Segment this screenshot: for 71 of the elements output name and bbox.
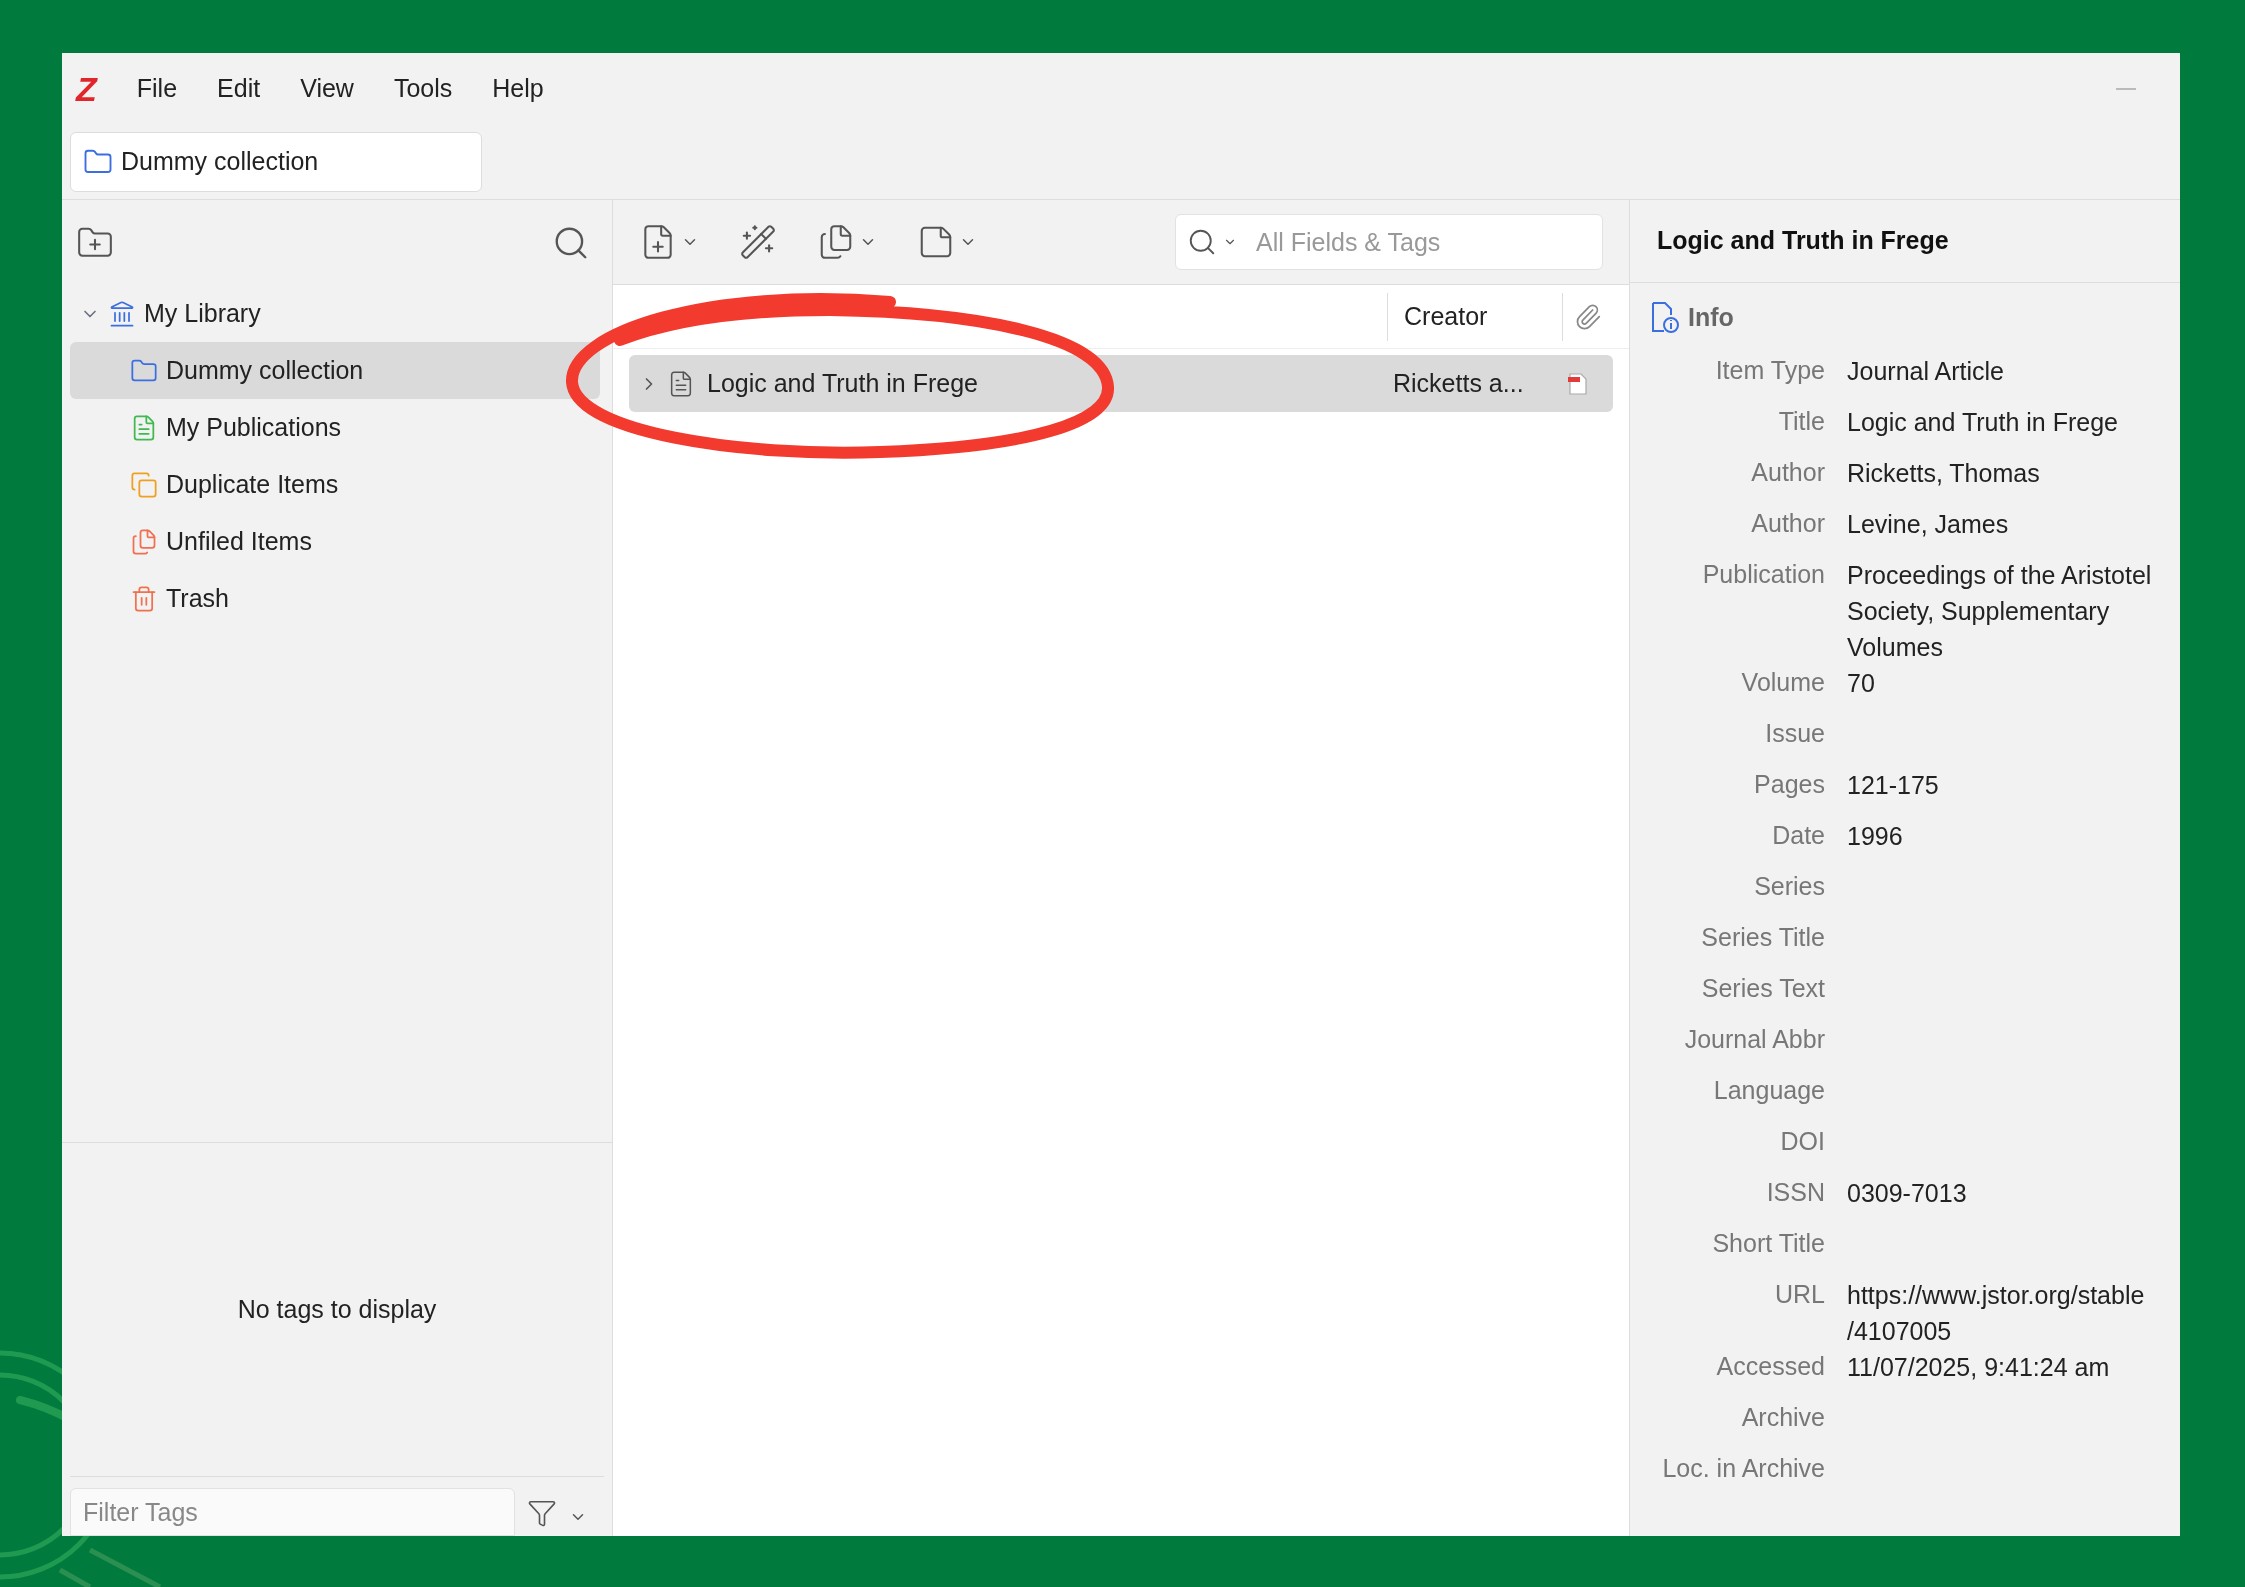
tab-label: Dummy collection [121, 146, 319, 178]
search-icon[interactable] [1187, 227, 1217, 257]
field-value[interactable]: Proceedings of the Aristotel Society, Supplementary Volumes [1847, 557, 2152, 665]
field-value[interactable]: 0309-7013 [1847, 1175, 1967, 1211]
menu-item[interactable]: File [136, 70, 178, 108]
menu-item[interactable]: Edit [217, 70, 261, 108]
field-label: Pages [1753, 769, 1825, 800]
collection-label: Duplicate Items [166, 468, 339, 500]
field-value[interactable]: Levine, James [1847, 506, 2009, 542]
document-info-icon [1650, 301, 1680, 335]
field-label: Series [1753, 871, 1825, 902]
collection-item[interactable]: Unfiled Items [70, 513, 600, 570]
collection-label: Dummy collection [166, 354, 364, 386]
magic-wand-icon[interactable] [739, 223, 777, 261]
paperclip-icon[interactable] [1574, 302, 1602, 331]
collection-item[interactable]: My Library [70, 285, 600, 342]
field-label: Journal Abbr [1683, 1024, 1825, 1055]
collection-item[interactable]: Trash [70, 570, 600, 627]
field-label: Short Title [1711, 1228, 1825, 1259]
field-value[interactable]: Ricketts, Thomas [1847, 455, 2040, 491]
field-label: Author [1750, 457, 1825, 488]
column-header[interactable]: Creator [1387, 292, 1563, 341]
field-label: Issue [1764, 718, 1825, 749]
item-pane-title: Logic and Truth in Frege [1657, 225, 1949, 257]
field-value[interactable]: Logic and Truth in Frege [1847, 404, 2118, 440]
collection-label: My Publications [166, 411, 342, 443]
app-logo: Z [76, 68, 97, 110]
item-row[interactable]: Logic and Truth in Frege Ricketts a... [629, 355, 1613, 412]
field-label: Loc. in Archive [1661, 1453, 1825, 1484]
field-label: Date [1771, 820, 1825, 851]
field-label: Volume [1740, 667, 1825, 698]
collection-item[interactable]: Dummy collection [70, 342, 600, 399]
field-value[interactable]: Journal Article [1847, 353, 2005, 389]
menu-item[interactable]: Help [492, 70, 544, 108]
field-value[interactable]: 1996 [1847, 818, 1903, 854]
field-value[interactable]: 70 [1847, 665, 1875, 701]
trash-icon [130, 584, 158, 613]
field-label: Author [1750, 508, 1825, 539]
library-icon [108, 299, 136, 328]
field-label: Series Text [1700, 973, 1825, 1004]
field-label: Title [1777, 406, 1825, 437]
copy-icon [130, 470, 158, 499]
field-label: URL [1774, 1279, 1825, 1310]
collection-item[interactable]: My Publications [70, 399, 600, 456]
empty-tags-message: No tags to display [237, 1293, 437, 1325]
filter-icon[interactable] [527, 1498, 557, 1528]
item-title: Logic and Truth in Frege [707, 367, 979, 399]
field-value[interactable]: https://www.jstor.org/stable /4107005 [1847, 1277, 2145, 1349]
field-label: Publication [1701, 559, 1825, 590]
field-value[interactable]: 121-175 [1847, 767, 1939, 803]
collection-item[interactable]: Duplicate Items [70, 456, 600, 513]
field-label: Archive [1740, 1402, 1825, 1433]
filter-tags-field[interactable]: Filter Tags [70, 1488, 515, 1536]
field-label: Language [1712, 1075, 1825, 1106]
collection-tab[interactable]: Dummy collection [70, 132, 482, 192]
field-label: DOI [1779, 1126, 1825, 1157]
item-creator: Ricketts a... [1392, 367, 1525, 399]
section-heading[interactable]: Info [1688, 299, 1734, 337]
collection-label: Unfiled Items [166, 525, 312, 557]
field-label: ISSN [1765, 1177, 1825, 1208]
field-label: Item Type [1714, 355, 1825, 386]
menu-item[interactable]: Tools [393, 70, 453, 108]
search-field[interactable]: All Fields & Tags [1175, 214, 1603, 270]
collection-label: Trash [166, 582, 229, 614]
pdf-icon[interactable] [1567, 371, 1589, 396]
field-label: Accessed [1715, 1351, 1825, 1382]
field-label: Series Title [1700, 922, 1825, 953]
files-icon [130, 527, 158, 556]
field-value[interactable]: 11/07/2025, 9:41:24 am [1847, 1349, 2110, 1385]
collection-label: My Library [144, 297, 261, 329]
menu-item[interactable]: View [300, 70, 354, 108]
